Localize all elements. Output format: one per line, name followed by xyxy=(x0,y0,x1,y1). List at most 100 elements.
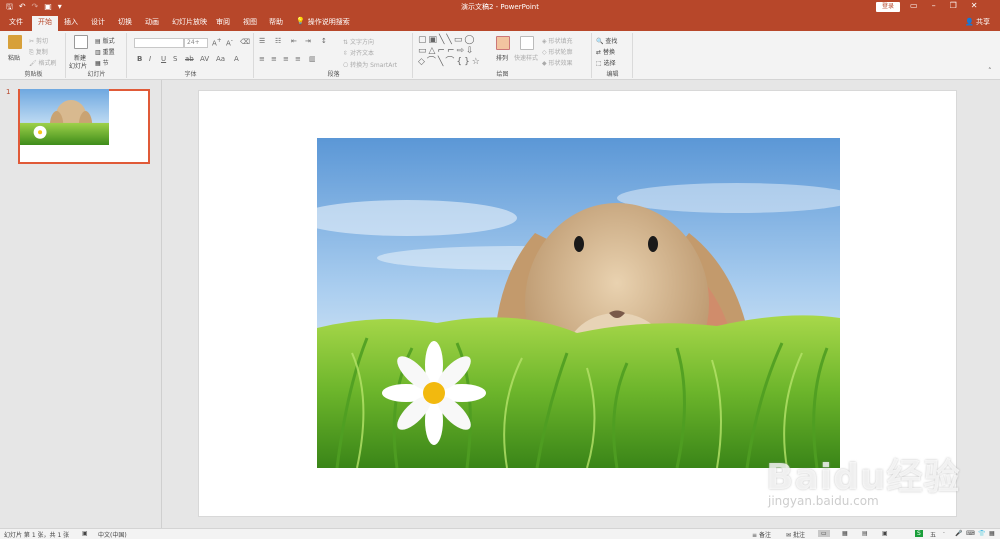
language-indicator[interactable]: 中文(中国) xyxy=(98,530,127,539)
italic-icon[interactable]: I xyxy=(149,55,151,63)
arrange-label[interactable]: 排列 xyxy=(496,53,508,62)
normal-view-icon[interactable]: ▭ xyxy=(818,530,830,537)
restore-icon[interactable]: ❐ xyxy=(950,1,957,10)
increase-indent-icon[interactable]: ⇥ xyxy=(305,37,311,45)
login-button[interactable]: 登录 xyxy=(876,2,900,12)
section-button[interactable]: ▦ 节 xyxy=(95,58,109,67)
character-spacing-icon[interactable]: AV xyxy=(200,55,209,63)
tab-slideshow[interactable]: 幻灯片放映 xyxy=(172,17,207,31)
numbering-icon[interactable]: ☷ xyxy=(275,37,281,45)
ime-voice-icon[interactable]: 🎤 xyxy=(955,530,962,537)
paragraph-group: ☰ ☷ ⇤ ⇥ ↕ ⇅ 文字方向 ≡ ≡ ≡ ≡ ▥ ⇳ 对齐文本 ⎔ 转换为 … xyxy=(255,33,413,78)
slide-sorter-icon[interactable]: ▦ xyxy=(842,530,848,537)
spellcheck-icon[interactable]: ▣ xyxy=(82,530,88,537)
minimize-icon[interactable]: – xyxy=(932,1,936,10)
tab-view[interactable]: 视图 xyxy=(243,17,257,31)
tab-insert[interactable]: 插入 xyxy=(64,17,78,31)
tab-transitions[interactable]: 切换 xyxy=(118,17,132,31)
ribbon-tab-bar: 文件 开始 插入 设计 切换 动画 幻灯片放映 审阅 视图 帮助 💡 操作说明搜… xyxy=(0,14,1000,31)
share-label: 共享 xyxy=(975,18,990,26)
close-icon[interactable]: ✕ xyxy=(971,1,978,10)
justify-icon[interactable]: ≡ xyxy=(295,55,301,63)
arrange-icon[interactable] xyxy=(496,36,510,50)
underline-icon[interactable]: U xyxy=(161,55,166,63)
replace-button[interactable]: ⇄ 替换 xyxy=(596,47,615,56)
layout-button[interactable]: ▤ 版式 xyxy=(95,36,115,45)
format-painter-button[interactable]: 🖌 格式刷 xyxy=(29,58,57,67)
ribbon: 粘贴 ✂ 剪切 ⎘ 复制 🖌 格式刷 剪贴板 新建 幻灯片 ▤ 版式 ▥ 重置 … xyxy=(0,31,1000,80)
align-text-button[interactable]: ⇳ 对齐文本 xyxy=(343,48,374,57)
window-controls: ▭ – ❐ ✕ xyxy=(910,1,977,10)
new-slide-icon[interactable] xyxy=(74,35,88,49)
smartart-button[interactable]: ⎔ 转换为 SmartArt xyxy=(343,60,397,69)
lightbulb-icon: 💡 xyxy=(296,17,305,25)
shapes-gallery[interactable]: ▢▣╲╲▭◯ ▭△⌐⌐⇨⇩ ◇⌒╲⌒{}☆ xyxy=(418,35,486,68)
tab-animations[interactable]: 动画 xyxy=(145,17,159,31)
reset-button[interactable]: ▥ 重置 xyxy=(95,47,115,56)
align-center-icon[interactable]: ≡ xyxy=(271,55,277,63)
status-bar: 幻灯片 第 1 张，共 1 张 ▣ 中文(中国) ≡ 备注 ✉ 批注 ▭ ▦ ▤… xyxy=(0,528,1000,539)
bunny-picture[interactable] xyxy=(317,138,840,468)
ribbon-display-options-icon[interactable]: ▭ xyxy=(910,1,918,10)
shadow-icon[interactable]: S xyxy=(173,55,177,63)
find-button[interactable]: 🔍 查找 xyxy=(596,36,617,45)
ime-icon[interactable]: S xyxy=(915,530,923,537)
thumbnail-image xyxy=(20,89,109,145)
ime-keyboard-icon[interactable]: ⌨ xyxy=(966,530,975,537)
slide-info: 幻灯片 第 1 张，共 1 张 xyxy=(4,532,70,539)
ime-skin-icon[interactable]: 👕 xyxy=(978,530,985,537)
collapse-ribbon-icon[interactable]: ˄ xyxy=(988,67,992,75)
line-spacing-icon[interactable]: ↕ xyxy=(321,37,327,45)
paste-icon[interactable] xyxy=(8,35,22,49)
cut-button[interactable]: ✂ 剪切 xyxy=(29,36,48,45)
tab-file[interactable]: 文件 xyxy=(9,17,23,31)
watermark-url: jingyan.baidu.com xyxy=(768,494,879,508)
reading-view-icon[interactable]: ▤ xyxy=(862,530,868,537)
decrease-font-icon[interactable]: A- xyxy=(226,38,233,47)
shape-outline-button[interactable]: ◇ 形状轮廓 xyxy=(542,47,573,56)
tell-me-label: 操作说明搜索 xyxy=(307,18,350,26)
increase-font-icon[interactable]: A+ xyxy=(212,38,222,47)
shape-effects-button[interactable]: ◆ 形状效果 xyxy=(542,58,573,67)
baidu-watermark: Baidu经验 jingyan.baidu.com xyxy=(766,428,966,518)
bold-icon[interactable]: B xyxy=(137,55,142,63)
ime-toolbox-icon[interactable]: ▦ xyxy=(989,530,995,537)
font-color-icon[interactable]: A xyxy=(234,55,239,63)
font-name-field[interactable] xyxy=(134,38,184,48)
columns-icon[interactable]: ▥ xyxy=(309,55,316,63)
share-button[interactable]: 👤 共享 xyxy=(965,17,990,27)
decrease-indent-icon[interactable]: ⇤ xyxy=(291,37,297,45)
notes-button[interactable]: ≡ 备注 xyxy=(752,530,771,539)
text-direction-button[interactable]: ⇅ 文字方向 xyxy=(343,37,374,46)
bullets-icon[interactable]: ☰ xyxy=(259,37,265,45)
slide-number: 1 xyxy=(6,88,11,96)
shape-fill-button[interactable]: ◈ 形状填充 xyxy=(542,36,573,45)
select-button[interactable]: ⬚ 选择 xyxy=(596,58,616,67)
font-group: 24+ A+ A- ⌫ B I U S ab AV Aa A 字体 xyxy=(128,33,254,78)
change-case-icon[interactable]: Aa xyxy=(216,55,225,63)
editing-group-label: 编辑 xyxy=(606,71,619,78)
tab-design[interactable]: 设计 xyxy=(91,17,105,31)
clear-formatting-icon[interactable]: ⌫ xyxy=(240,38,250,46)
tab-help[interactable]: 帮助 xyxy=(269,17,283,31)
copy-button[interactable]: ⎘ 复制 xyxy=(29,47,48,57)
paste-label[interactable]: 粘贴 xyxy=(8,53,20,62)
tell-me-search[interactable]: 💡 操作说明搜索 xyxy=(296,17,350,27)
tab-home[interactable]: 开始 xyxy=(32,16,58,31)
strikethrough-icon[interactable]: ab xyxy=(185,55,194,63)
font-size-field[interactable]: 24+ xyxy=(184,38,208,48)
ime-punctuation-icon[interactable]: · xyxy=(943,530,945,537)
person-icon: 👤 xyxy=(965,18,974,26)
quick-styles-icon[interactable] xyxy=(520,36,534,50)
ime-mode-icon[interactable]: 五 xyxy=(930,530,936,539)
paragraph-group-label: 段落 xyxy=(327,71,340,78)
align-right-icon[interactable]: ≡ xyxy=(283,55,289,63)
slide-thumbnail-pane: 1 xyxy=(0,80,162,528)
align-left-icon[interactable]: ≡ xyxy=(259,55,265,63)
comments-button[interactable]: ✉ 批注 xyxy=(786,530,805,539)
slideshow-icon[interactable]: ▣ xyxy=(882,530,888,537)
quick-styles-label[interactable]: 快速样式 xyxy=(514,53,538,62)
tab-review[interactable]: 审阅 xyxy=(216,17,230,31)
drawing-group: ▢▣╲╲▭◯ ▭△⌐⌐⇨⇩ ◇⌒╲⌒{}☆ 排列 快速样式 ◈ 形状填充 ◇ 形状轮… xyxy=(414,33,592,78)
editing-group: 🔍 查找 ⇄ 替换 ⬚ 选择 编辑 xyxy=(593,33,633,78)
